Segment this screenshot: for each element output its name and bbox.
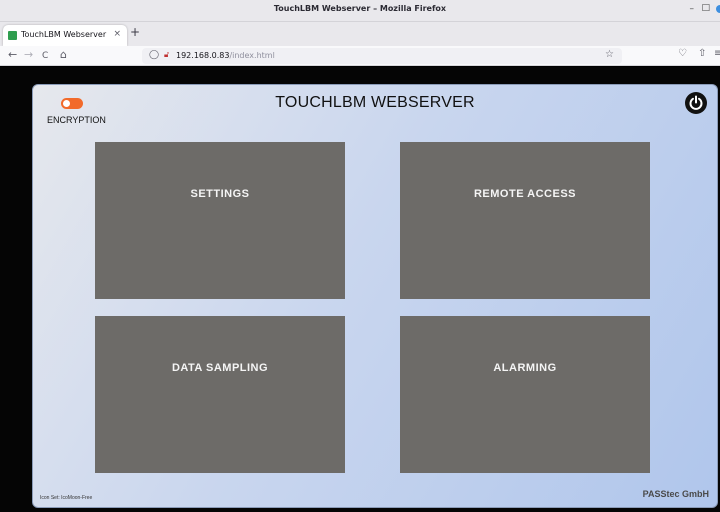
back-icon[interactable]: ← — [8, 48, 17, 62]
maximize-button[interactable]: □ — [701, 3, 710, 13]
encryption-label: ENCRYPTION — [47, 115, 106, 125]
window-title: TouchLBM Webserver – Mozilla Firefox — [273, 4, 447, 13]
tracking-shield-icon[interactable]: ◯ — [149, 50, 159, 60]
favicon-icon — [8, 31, 17, 40]
settings-tile[interactable]: SETTINGS — [95, 142, 345, 299]
close-window-icon[interactable] — [716, 5, 720, 13]
bookmark-star-icon[interactable]: ☆ — [605, 49, 614, 60]
home-icon[interactable]: ⌂ — [60, 48, 67, 62]
navigation-toolbar: ← → C ⌂ ◯ 🔓︎ 192.168.0.83/index.html ☆ ♡… — [0, 46, 720, 66]
forward-icon[interactable]: → — [24, 48, 33, 62]
data-sampling-tile[interactable]: DATA SAMPLING — [95, 316, 345, 473]
tab-touchlbm[interactable]: TouchLBM Webserver × — [3, 25, 127, 46]
new-tab-button[interactable]: + — [130, 25, 140, 39]
url-host: 192.168.0.83 — [176, 51, 230, 60]
alarming-tile[interactable]: ALARMING — [400, 316, 650, 473]
url-bar[interactable]: ◯ 🔓︎ 192.168.0.83/index.html ☆ — [142, 48, 622, 64]
remote-access-label: REMOTE ACCESS — [473, 188, 577, 200]
tab-bar: TouchLBM Webserver × + — [0, 22, 720, 46]
settings-label: SETTINGS — [190, 188, 250, 200]
tab-close-icon[interactable]: × — [113, 29, 121, 39]
app-menu-icon[interactable]: ≡ — [714, 48, 720, 59]
remote-access-tile[interactable]: REMOTE ACCESS — [400, 142, 650, 299]
reload-icon[interactable]: C — [42, 49, 48, 63]
minimize-button[interactable]: – — [690, 4, 695, 14]
insecure-lock-icon[interactable]: 🔓︎ — [164, 50, 169, 60]
webserver-panel: ENCRYPTION TOUCHLBM WEBSERVER SETTINGS R… — [32, 84, 718, 508]
company-name: PASStec GmbH — [642, 489, 709, 499]
page-viewport: ENCRYPTION TOUCHLBM WEBSERVER SETTINGS R… — [0, 67, 720, 512]
url-text: 192.168.0.83/index.html — [176, 51, 275, 60]
window-titlebar: TouchLBM Webserver – Mozilla Firefox – □ — [0, 0, 720, 22]
pocket-icon[interactable]: ♡ — [678, 48, 687, 59]
data-sampling-label: DATA SAMPLING — [171, 362, 269, 374]
power-button[interactable] — [685, 92, 707, 114]
page-title: TOUCHLBM WEBSERVER — [275, 94, 475, 111]
tab-title: TouchLBM Webserver — [21, 30, 107, 39]
power-icon — [689, 95, 703, 110]
icon-credit: Icon Set: IcoMoon-Free — [40, 495, 93, 501]
url-path: /index.html — [229, 51, 275, 60]
extensions-icon[interactable]: ⇧ — [698, 48, 706, 59]
alarming-label: ALARMING — [493, 362, 557, 374]
